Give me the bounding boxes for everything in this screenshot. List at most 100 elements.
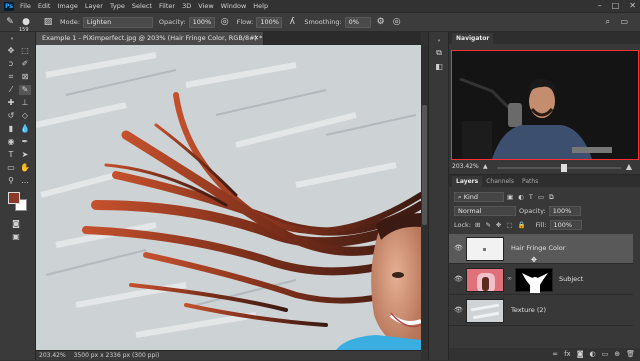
layer-name[interactable]: Hair Fringe Color [511,244,565,252]
layer-row[interactable]: 👁 ∞ Subject [449,265,633,295]
smoothing-field[interactable]: 0% [344,16,371,28]
layer-mask-thumbnail[interactable] [515,268,553,293]
layer-row[interactable]: 👁 Texture (2) [449,296,633,326]
lasso-tool-icon[interactable]: ↄ [5,59,17,69]
move-tool-icon[interactable]: ✥ [5,46,17,56]
type-tool-icon[interactable]: T [5,150,17,160]
pen-tool-icon[interactable]: ✒ [19,137,31,147]
zoom-slider-thumb[interactable] [561,164,567,172]
hand-tool-icon[interactable]: ✋ [19,163,31,173]
filter-pixel-icon[interactable]: ▣ [507,193,513,201]
tab-paths[interactable]: Paths [518,176,542,187]
zoom-out-icon[interactable]: ▲ [483,163,488,170]
crop-tool-icon[interactable]: ⌗ [5,72,17,82]
adjustment-layer-icon[interactable]: ◐ [590,348,596,360]
new-group-icon[interactable]: ▭ [602,348,609,360]
smoothing-settings-icon[interactable]: ⚙ [375,16,387,28]
layer-name[interactable]: Subject [559,275,583,283]
eraser-tool-icon[interactable]: ◇ [19,111,31,121]
dodge-tool-icon[interactable]: ◉ [5,137,17,147]
collapse-icon[interactable]: » [6,34,18,44]
flow-field[interactable]: 100% [256,16,283,28]
minimize-icon[interactable]: – [598,1,602,10]
menu-window[interactable]: Window [221,2,247,10]
brush-preset-icon[interactable]: ● 159 [19,16,32,33]
marquee-tool-icon[interactable]: ⬚ [19,46,31,56]
airbrush-icon[interactable]: ʎ [286,16,298,28]
brush-settings-icon[interactable]: ▨ [42,16,54,28]
foreground-color-swatch-top[interactable] [8,192,20,204]
navigator-preview[interactable] [451,50,639,160]
tab-navigator[interactable]: Navigator [452,33,494,44]
shape-tool-icon[interactable]: ▭ [5,163,17,173]
menu-layer[interactable]: Layer [85,2,103,10]
path-select-icon[interactable]: ➤ [19,150,31,160]
visibility-eye-icon[interactable]: 👁 [454,306,463,314]
filter-type-icon[interactable]: T [529,193,533,201]
lock-artboard-icon[interactable]: ⬚ [506,221,512,229]
menu-edit[interactable]: Edit [38,2,51,10]
mode-dropdown[interactable]: Lighten [82,16,153,28]
tab-layers[interactable]: Layers [452,176,483,187]
lock-transparent-icon[interactable]: ⊞ [475,221,480,229]
scroll-thumb[interactable] [422,105,427,225]
visibility-eye-icon[interactable]: 👁 [454,244,463,252]
navigator-zoom-value[interactable]: 203.42% [452,163,479,170]
layer-opacity-field[interactable]: 100% [548,206,581,216]
menu-type[interactable]: Type [110,2,125,10]
lock-position-icon[interactable]: ✥ [496,221,501,229]
menu-filter[interactable]: Filter [159,2,175,10]
layer-style-icon[interactable]: fx [564,348,571,360]
delete-layer-icon[interactable]: 🗑 [626,348,635,360]
new-layer-icon[interactable]: ⊕ [614,348,620,360]
tab-channels[interactable]: Channels [482,176,518,187]
menu-help[interactable]: Help [253,2,268,10]
visibility-eye-icon[interactable]: 👁 [454,275,463,283]
search-icon[interactable]: ⌕ [606,17,610,27]
maximize-icon[interactable]: □ [612,1,620,10]
history-icon[interactable]: ⧉ [434,48,444,58]
history-brush-icon[interactable]: ↺ [5,111,17,121]
layer-name[interactable]: Texture (2) [511,306,546,314]
blend-mode-dropdown[interactable]: Normal [454,206,516,216]
quick-select-tool-icon[interactable]: ✐ [19,59,31,69]
vertical-scrollbar[interactable] [421,45,428,350]
link-layers-icon[interactable]: ∞ [552,348,558,360]
zoom-tool-icon[interactable]: ⚲ [5,176,17,186]
brush-tool-icon[interactable]: ✎ [19,85,31,95]
filter-shape-icon[interactable]: ▭ [538,193,544,201]
frame-tool-icon[interactable]: ⊠ [19,72,31,82]
opacity-field[interactable]: 100% [188,16,215,28]
healing-tool-icon[interactable]: ✚ [5,98,17,108]
document-tab[interactable]: Example 1 - PiXimperfect.jpg @ 203% (Hai… [36,32,264,45]
filter-smartobject-icon[interactable]: ⧉ [549,193,554,202]
collapse-icon[interactable]: « [434,36,444,46]
quick-mask-icon[interactable]: ◙ [10,219,22,229]
menu-view[interactable]: View [198,2,213,10]
menu-image[interactable]: Image [57,2,77,10]
menu-file[interactable]: File [20,2,31,10]
gradient-tool-icon[interactable]: ▮ [5,124,17,134]
fill-field[interactable]: 100% [549,220,582,230]
screen-mode-icon[interactable]: ▣ [10,232,22,242]
stamp-tool-icon[interactable]: ⊥ [19,98,31,108]
kind-filter-dropdown[interactable]: ⌕ Kind [454,192,504,202]
menu-3d[interactable]: 3D [182,2,191,10]
close-icon[interactable]: ✕ [629,1,636,10]
status-zoom[interactable]: 203.42% [39,352,66,359]
menu-select[interactable]: Select [132,2,152,10]
layer-row[interactable]: 👁 Hair Fringe Color ✥ [449,234,633,264]
more-tools-icon[interactable]: … [19,176,31,186]
eyedropper-tool-icon[interactable]: ⁄ [5,85,17,95]
properties-icon[interactable]: ◧ [434,62,444,72]
workspace-icon[interactable]: ▭ [620,17,628,26]
pressure-opacity-icon[interactable]: ◎ [219,16,231,28]
lock-all-icon[interactable]: 🔒 [518,221,526,229]
filter-adjustment-icon[interactable]: ◐ [518,193,524,201]
pressure-size-icon[interactable]: ◎ [391,16,403,28]
document-canvas[interactable] [36,45,421,350]
add-mask-icon[interactable]: ◙ [577,348,584,360]
lock-image-icon[interactable]: ✎ [485,221,490,229]
brush-tool-icon[interactable]: ✎ [4,16,16,28]
zoom-in-icon[interactable]: ▲ [626,162,632,171]
